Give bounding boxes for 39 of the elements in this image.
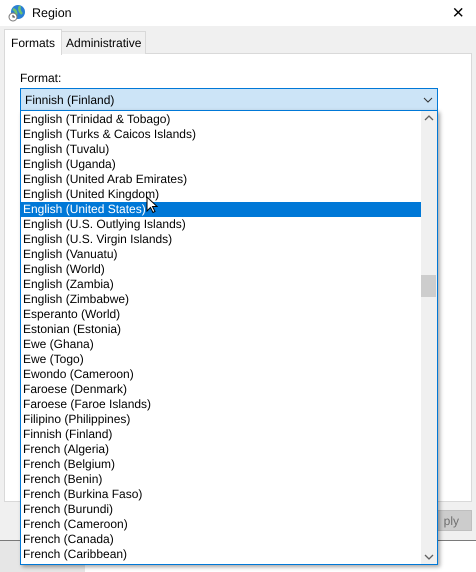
list-option[interactable]: English (Trinidad & Tobago) — [21, 112, 421, 127]
list-option[interactable]: French (Burkina Faso) — [21, 487, 421, 502]
scrollbar[interactable] — [421, 111, 437, 564]
list-option[interactable]: French (Algeria) — [21, 442, 421, 457]
format-dropdown[interactable]: Finnish (Finland) — [20, 88, 438, 111]
list-option[interactable]: French (Canada) — [21, 532, 421, 547]
list-option[interactable]: English (U.S. Virgin Islands) — [21, 232, 421, 247]
list-option[interactable]: Esperanto (World) — [21, 307, 421, 322]
list-option[interactable]: Ewe (Togo) — [21, 352, 421, 367]
list-option[interactable]: English (Turks & Caicos Islands) — [21, 127, 421, 142]
chevron-icon — [423, 96, 433, 102]
list-option[interactable]: Faroese (Faroe Islands) — [21, 397, 421, 412]
list-option[interactable]: Filipino (Philippines) — [21, 412, 421, 427]
list-option[interactable]: Finnish (Finland) — [21, 427, 421, 442]
list-option[interactable]: English (United Kingdom) — [21, 187, 421, 202]
list-option[interactable]: French (Benin) — [21, 472, 421, 487]
scrollbar-thumb[interactable] — [421, 275, 436, 297]
globe-icon — [8, 4, 26, 22]
list-option[interactable]: Ewondo (Cameroon) — [21, 367, 421, 382]
list-option[interactable]: English (U.S. Outlying Islands) — [21, 217, 421, 232]
list-option[interactable]: English (Zimbabwe) — [21, 292, 421, 307]
tab[interactable]: Administrative — [61, 31, 146, 54]
list-option[interactable]: French (Cameroon) — [21, 517, 421, 532]
list-option[interactable]: Ewe (Ghana) — [21, 337, 421, 352]
window-title: Region — [32, 4, 72, 22]
list-option[interactable]: English (World) — [21, 262, 421, 277]
close-button[interactable]: × — [448, 3, 468, 23]
list-option[interactable]: English (Vanuatu) — [21, 247, 421, 262]
list-option[interactable]: English (Uganda) — [21, 157, 421, 172]
list-option[interactable]: Faroese (Denmark) — [21, 382, 421, 397]
list-option[interactable]: English (Tuvalu) — [21, 142, 421, 157]
list-option[interactable]: French (Belgium) — [21, 457, 421, 472]
list-option[interactable]: English (Zambia) — [21, 277, 421, 292]
tab[interactable]: Formats — [4, 29, 62, 55]
list-option[interactable]: English (United States) — [21, 202, 421, 217]
list-option[interactable]: Estonian (Estonia) — [21, 322, 421, 337]
list-option[interactable]: French (Burundi) — [21, 502, 421, 517]
format-label: Format: — [20, 70, 62, 87]
list-option[interactable]: English (United Arab Emirates) — [21, 172, 421, 187]
